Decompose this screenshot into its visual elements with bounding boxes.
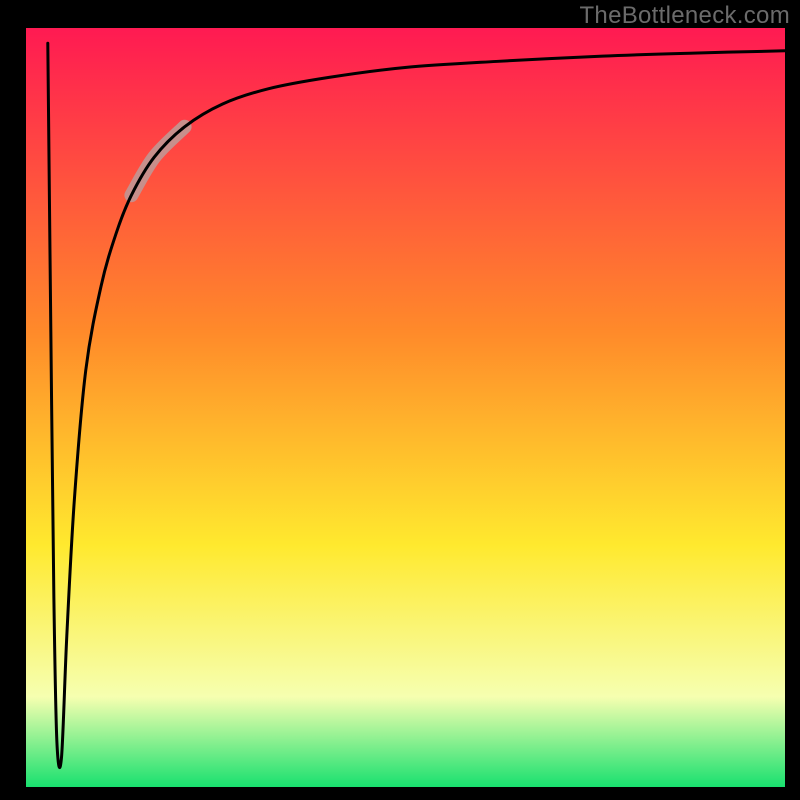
bottleneck-chart [0,0,800,800]
chart-stage: TheBottleneck.com [0,0,800,800]
watermark-text: TheBottleneck.com [579,2,790,30]
plot-background [25,28,785,788]
